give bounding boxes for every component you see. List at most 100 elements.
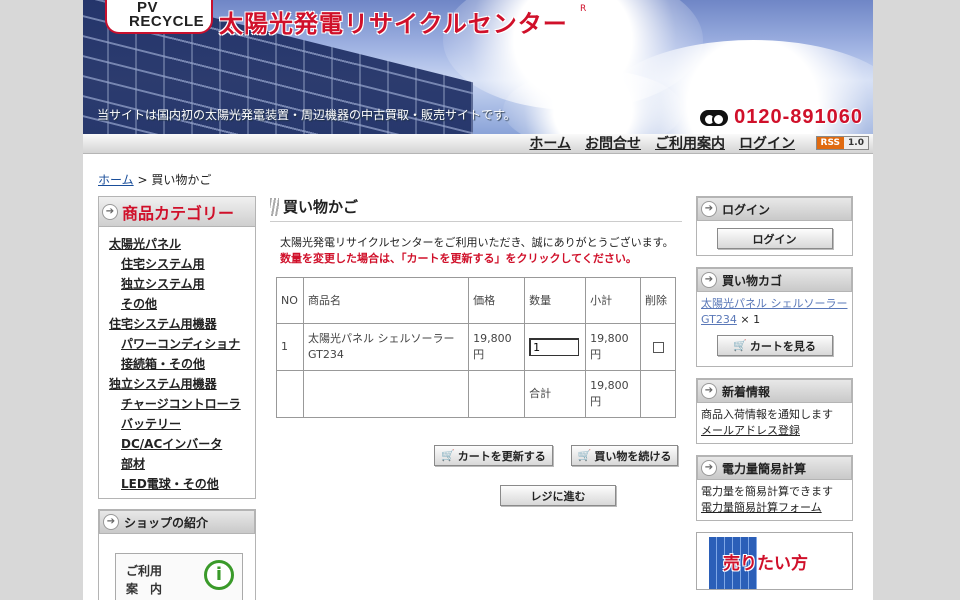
calc-header: ➔ 電力量簡易計算 xyxy=(697,456,852,480)
cart-icon: 🛒 xyxy=(441,449,455,462)
table-header-row: NO 商品名 価格 数量 小計 削除 xyxy=(276,277,676,324)
warning-text: 数量を変更した場合は、「カートを更新する」をクリックしてください。 xyxy=(280,252,637,265)
shop-intro-box: ➔ ショップの紹介 ご利用 案 内 i xyxy=(98,509,256,600)
arrow-circle-icon: ➔ xyxy=(701,272,717,288)
table-row: 1 太陽光パネル シェルソーラー GT234 19,800円 19,800円 xyxy=(276,323,676,371)
calc-box: ➔ 電力量簡易計算 電力量を簡易計算できます 電力量簡易計算フォーム xyxy=(696,455,853,521)
breadcrumb-home[interactable]: ホーム xyxy=(98,173,134,187)
rss-button[interactable]: RSS 1.0 xyxy=(815,136,869,150)
login-box-title: ログイン xyxy=(722,202,771,217)
page-title-bar: 買い物かご xyxy=(270,196,682,222)
category-sub-link[interactable]: 部材 xyxy=(109,454,255,474)
nav-home[interactable]: ホーム xyxy=(529,134,571,152)
cell-qty xyxy=(524,323,587,371)
breadcrumb-separator: > xyxy=(137,173,148,187)
mini-cart-qty: × 1 xyxy=(740,313,761,326)
cell-subtotal: 19,800円 xyxy=(585,323,642,371)
quantity-input[interactable] xyxy=(529,338,580,356)
mini-cart-item-link[interactable]: 太陽光パネル シェルソーラー GT234 xyxy=(701,297,848,326)
logo-line2: RECYCLE xyxy=(129,13,205,30)
cart-icon: 🛒 xyxy=(733,339,747,352)
info-icon: i xyxy=(204,560,234,590)
cart-actions: 🛒 カートを更新する 🛒 買い物を続ける xyxy=(434,445,679,466)
view-cart-button[interactable]: 🛒 カートを見る xyxy=(716,335,833,356)
category-sub-link[interactable]: DC/ACインバータ xyxy=(109,434,255,454)
arrow-circle-icon: ➔ xyxy=(103,514,119,530)
phone-number: 0120-891060 xyxy=(700,106,863,129)
cart-icon: 🛒 xyxy=(577,449,592,462)
email-register-link[interactable]: メールアドレス登録 xyxy=(701,424,800,437)
nav-login[interactable]: ログイン xyxy=(739,134,795,152)
update-cart-button[interactable]: 🛒 カートを更新する xyxy=(434,445,553,466)
main-content: 買い物かご 太陽光発電リサイクルセンターをご利用いただき、誠にありがとうございま… xyxy=(270,196,682,506)
category-sub-link[interactable]: 住宅システム用 xyxy=(109,254,255,274)
header-banner: PV RECYCLE 太陽光発電リサイクルセンター R 当サイトは国内初の太陽光… xyxy=(83,0,873,134)
mini-cart-header: ➔ 買い物カゴ xyxy=(697,268,852,292)
delete-checkbox[interactable] xyxy=(653,341,665,353)
category-sub-link[interactable]: チャージコントローラ xyxy=(109,394,255,414)
calc-text: 電力量を簡易計算できます xyxy=(701,485,833,498)
nav-contact[interactable]: お問合せ xyxy=(585,134,641,152)
category-header: ➔ 商品カテゴリー xyxy=(99,197,255,227)
registered-mark: R xyxy=(580,4,587,14)
cell-product-name: 太陽光パネル シェルソーラー GT234 xyxy=(302,323,470,371)
category-title: 商品カテゴリー xyxy=(122,205,235,223)
total-row: 合計 19,800円 xyxy=(276,370,676,418)
calc-title: 電力量簡易計算 xyxy=(722,461,807,476)
col-header-no: NO xyxy=(276,277,304,324)
right-sidebar: ➔ ログイン ログイン ➔ 買い物カゴ 太陽光パネル シェルソーラー GT234… xyxy=(696,196,853,590)
shop-intro-title: ショップの紹介 xyxy=(124,515,209,530)
logo[interactable]: PV RECYCLE xyxy=(105,0,213,34)
tagline: 当サイトは国内初の太陽光発電装置・周辺機器の中古買取・販売サイトです。 xyxy=(97,108,516,122)
calc-form-link[interactable]: 電力量簡易計算フォーム xyxy=(701,501,822,514)
col-header-price: 価格 xyxy=(468,277,526,324)
category-sub-link[interactable]: 接続箱・その他 xyxy=(109,354,255,374)
sell-banner[interactable]: 売りたい方 xyxy=(696,532,853,590)
arrow-circle-icon: ➔ xyxy=(701,460,717,476)
breadcrumb-current: 買い物かご xyxy=(151,173,212,187)
col-header-name: 商品名 xyxy=(302,277,470,324)
breadcrumb: ホーム > 買い物かご xyxy=(98,171,211,188)
guide-banner-line1: ご利用 xyxy=(126,564,163,578)
arrow-circle-icon: ➔ xyxy=(701,201,717,217)
category-sub-link[interactable]: 独立システム用 xyxy=(109,274,255,294)
login-button[interactable]: ログイン xyxy=(716,228,833,249)
category-sub-link[interactable]: その他 xyxy=(109,294,255,314)
guide-banner[interactable]: ご利用 案 内 i xyxy=(115,553,243,600)
arrow-circle-icon: ➔ xyxy=(102,203,118,220)
cart-table: NO 商品名 価格 数量 小計 削除 1 太陽光パネル シェルソーラー GT23… xyxy=(276,277,676,418)
col-header-subtotal: 小計 xyxy=(585,277,642,324)
news-box: ➔ 新着情報 商品入荷情報を通知します メールアドレス登録 xyxy=(696,378,853,444)
global-nav: ホーム お問合せ ご利用案内 ログイン RSS 1.0 xyxy=(83,134,873,154)
intro-text: 太陽光発電リサイクルセンターをご利用いただき、誠にありがとうございます。 xyxy=(280,236,674,249)
cell-no: 1 xyxy=(276,323,304,371)
total-label: 合計 xyxy=(524,370,587,418)
cell-price: 19,800円 xyxy=(468,323,526,371)
nav-guide[interactable]: ご利用案内 xyxy=(655,134,725,152)
news-title: 新着情報 xyxy=(722,384,771,399)
checkout-button[interactable]: レジに進む xyxy=(500,485,616,506)
site-title[interactable]: 太陽光発電リサイクルセンター xyxy=(219,4,568,39)
col-header-qty: 数量 xyxy=(524,277,587,324)
left-sidebar: ➔ 商品カテゴリー 太陽光パネル 住宅システム用 独立システム用 その他 住宅システム用… xyxy=(98,196,256,600)
category-sub-link[interactable]: LED電球・その他 xyxy=(109,474,255,494)
arrow-circle-icon: ➔ xyxy=(701,383,717,399)
news-header: ➔ 新着情報 xyxy=(697,379,852,403)
guide-banner-line2: 案 内 xyxy=(126,582,163,596)
category-link[interactable]: 太陽光パネル xyxy=(109,234,255,254)
page: PV RECYCLE 太陽光発電リサイクルセンター R 当サイトは国内初の太陽光… xyxy=(83,0,873,600)
col-header-delete: 削除 xyxy=(640,277,676,324)
title-bars-icon xyxy=(270,197,279,216)
mini-cart-title: 買い物カゴ xyxy=(722,273,783,288)
category-list: 太陽光パネル 住宅システム用 独立システム用 その他 住宅システム用機器 パワーコンディシ… xyxy=(99,227,255,498)
free-dial-icon xyxy=(700,109,729,126)
cell-delete xyxy=(640,323,676,371)
category-sub-link[interactable]: パワーコンディショナ xyxy=(109,334,255,354)
category-link[interactable]: 住宅システム用機器 xyxy=(109,314,255,334)
total-value: 19,800円 xyxy=(585,370,642,418)
category-link[interactable]: 独立システム用機器 xyxy=(109,374,255,394)
category-sub-link[interactable]: バッテリー xyxy=(109,414,255,434)
news-text: 商品入荷情報を通知します xyxy=(701,408,833,421)
page-title: 買い物かご xyxy=(283,198,359,216)
continue-shopping-button[interactable]: 🛒 買い物を続ける xyxy=(570,445,679,466)
